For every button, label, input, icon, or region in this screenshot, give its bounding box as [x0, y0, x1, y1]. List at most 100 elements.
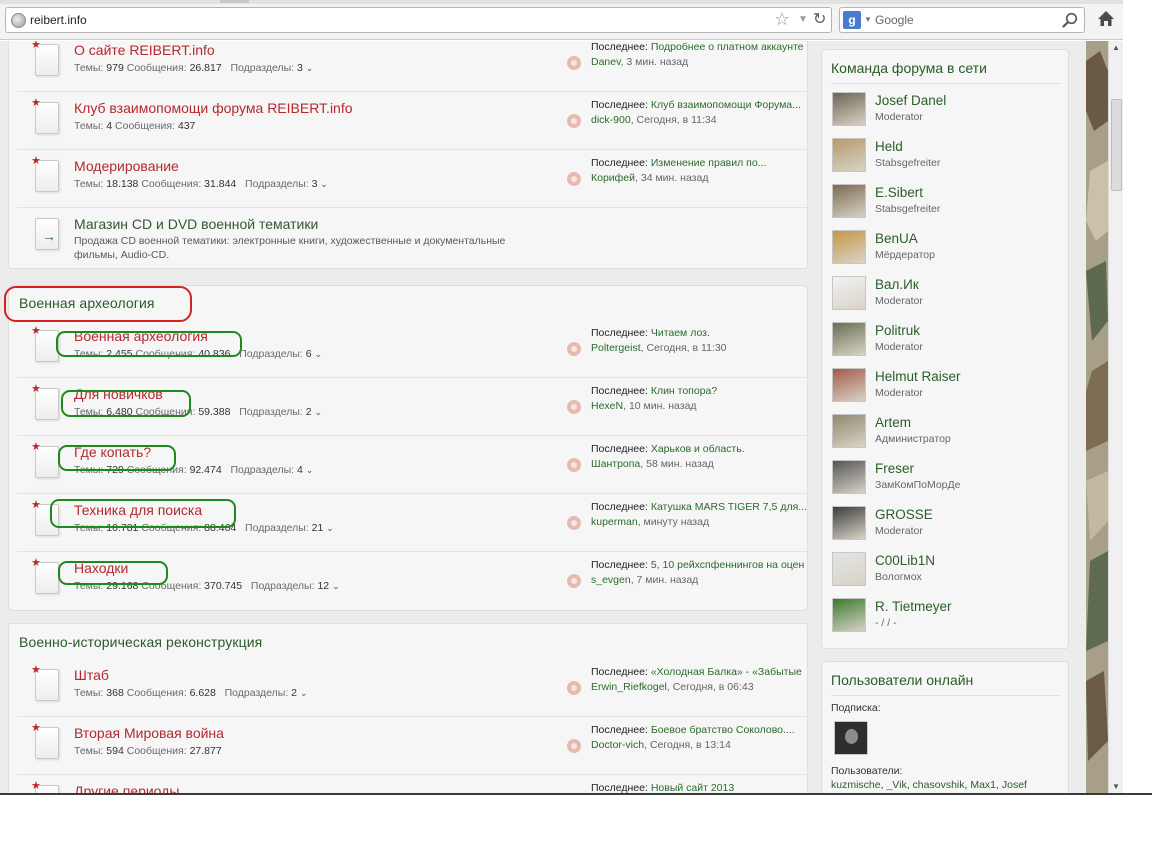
- member-name[interactable]: GROSSE: [875, 507, 933, 522]
- node-title[interactable]: Штаб: [74, 667, 109, 683]
- member-name[interactable]: Josef Danel: [875, 93, 946, 108]
- forum-unread-icon[interactable]: ★: [31, 664, 59, 701]
- tab-edge[interactable]: [220, 0, 249, 3]
- reload-icon[interactable]: ↻: [813, 9, 826, 29]
- last-thread-link[interactable]: Боевое братство Соколово....: [651, 724, 795, 736]
- forum-unread-icon[interactable]: ★: [31, 383, 59, 420]
- last-user-link[interactable]: Корифей: [591, 172, 635, 184]
- chevron-down-icon[interactable]: ⌄: [320, 179, 328, 189]
- member-name[interactable]: Freser: [875, 461, 914, 476]
- rss-icon[interactable]: [567, 739, 581, 753]
- subscriber-avatar[interactable]: [834, 721, 868, 755]
- avatar[interactable]: [832, 184, 866, 218]
- member-name[interactable]: BenUA: [875, 231, 918, 246]
- forum-unread-icon[interactable]: ★: [31, 722, 59, 759]
- scroll-up-arrow-icon[interactable]: ▲: [1112, 43, 1120, 52]
- rss-icon[interactable]: [567, 114, 581, 128]
- avatar[interactable]: [832, 230, 866, 264]
- users-panel-title[interactable]: Пользователи онлайн: [831, 672, 973, 688]
- forum-unread-icon[interactable]: ★: [31, 155, 59, 192]
- chevron-down-icon[interactable]: ⌄: [300, 688, 308, 698]
- member-name[interactable]: Politruk: [875, 323, 920, 338]
- category-title[interactable]: Военно-историческая реконструкция: [19, 634, 262, 650]
- node-title[interactable]: О сайте REIBERT.info: [74, 42, 215, 58]
- member-name[interactable]: C00Lib1N: [875, 553, 935, 568]
- rss-icon[interactable]: [567, 342, 581, 356]
- last-thread-link[interactable]: Читаем лоз.: [651, 327, 710, 339]
- chevron-down-icon[interactable]: ⌄: [306, 465, 314, 475]
- url-bar[interactable]: reibert.info ☆ ▼ ↻: [5, 7, 832, 33]
- forum-unread-icon[interactable]: ★: [31, 41, 59, 76]
- member-name[interactable]: Artem: [875, 415, 911, 430]
- last-user-link[interactable]: kuperman: [591, 516, 638, 528]
- rss-icon[interactable]: [567, 516, 581, 530]
- search-placeholder[interactable]: Google: [875, 13, 914, 27]
- avatar[interactable]: [832, 460, 866, 494]
- link-forum-icon[interactable]: →: [35, 218, 59, 250]
- history-dropdown-icon[interactable]: ▼: [798, 14, 808, 25]
- avatar[interactable]: [832, 506, 866, 540]
- last-thread-link[interactable]: Харьков и область.: [651, 443, 745, 455]
- last-thread-link[interactable]: Подробнее о платном аккаунте: [651, 41, 804, 53]
- page-scrollbar[interactable]: ▲ ▼: [1108, 41, 1123, 793]
- last-user-link[interactable]: Erwin_Riefkogel: [591, 681, 667, 693]
- member-name[interactable]: R. Tietmeyer: [875, 599, 952, 614]
- home-icon[interactable]: [1097, 10, 1115, 28]
- avatar[interactable]: [832, 368, 866, 402]
- online-user-link[interactable]: Josef: [1002, 779, 1027, 791]
- rss-icon[interactable]: [567, 400, 581, 414]
- member-name[interactable]: E.Sibert: [875, 185, 923, 200]
- last-thread-link[interactable]: 5, 10 рейхспфеннингов на оцен: [651, 559, 805, 571]
- forum-unread-icon[interactable]: ★: [31, 780, 59, 793]
- bookmark-star-icon[interactable]: ☆: [774, 9, 790, 30]
- chevron-down-icon[interactable]: ⌄: [315, 349, 323, 359]
- rss-icon[interactable]: [567, 681, 581, 695]
- online-user-link[interactable]: chasovshik: [913, 779, 965, 791]
- chevron-down-icon[interactable]: ⌄: [306, 63, 314, 73]
- forum-unread-icon[interactable]: ★: [31, 441, 59, 478]
- avatar[interactable]: [832, 552, 866, 586]
- avatar[interactable]: [832, 276, 866, 310]
- last-thread-link[interactable]: Новый сайт 2013: [651, 782, 734, 793]
- last-user-link[interactable]: dick-900: [591, 114, 631, 126]
- search-engine-dropdown-icon[interactable]: ▼: [864, 15, 872, 24]
- member-name[interactable]: Held: [875, 139, 903, 154]
- last-thread-link[interactable]: «Холодная Балка» - «Забытые: [651, 666, 802, 678]
- avatar[interactable]: [832, 92, 866, 126]
- url-text[interactable]: reibert.info: [30, 13, 87, 27]
- chevron-down-icon[interactable]: ⌄: [326, 523, 334, 533]
- last-user-link[interactable]: Doctor-vich: [591, 739, 644, 751]
- avatar[interactable]: [832, 598, 866, 632]
- last-user-link[interactable]: Danev: [591, 56, 621, 68]
- last-user-link[interactable]: s_evgen: [591, 574, 631, 586]
- last-thread-link[interactable]: Изменение правил по...: [651, 157, 767, 169]
- last-thread-link[interactable]: Клуб взаимопомощи Форума...: [651, 99, 801, 111]
- last-user-link[interactable]: Шантропа: [591, 458, 640, 470]
- node-title[interactable]: Магазин CD и DVD военной тематики: [74, 216, 318, 232]
- online-user-link[interactable]: _Vik: [886, 779, 906, 791]
- rss-icon[interactable]: [567, 458, 581, 472]
- last-thread-link[interactable]: Клин топора?: [651, 385, 717, 397]
- forum-unread-icon[interactable]: ★: [31, 97, 59, 134]
- scroll-down-arrow-icon[interactable]: ▼: [1112, 782, 1120, 791]
- node-title[interactable]: Вторая Мировая война: [74, 725, 224, 741]
- avatar[interactable]: [832, 138, 866, 172]
- forum-unread-icon[interactable]: ★: [31, 557, 59, 594]
- chevron-down-icon[interactable]: ⌄: [332, 581, 340, 591]
- member-name[interactable]: Helmut Raiser: [875, 369, 961, 384]
- node-title[interactable]: Модерирование: [74, 158, 179, 174]
- node-title[interactable]: Клуб взаимопомощи форума REIBERT.info: [74, 100, 353, 116]
- search-bar[interactable]: g ▼ Google: [839, 7, 1085, 33]
- rss-icon[interactable]: [567, 56, 581, 70]
- search-icon[interactable]: [1062, 12, 1078, 28]
- last-user-link[interactable]: Poltergeist: [591, 342, 641, 354]
- rss-icon[interactable]: [567, 172, 581, 186]
- online-user-link[interactable]: kuzmische: [831, 779, 881, 791]
- online-user-link[interactable]: Max1: [970, 779, 996, 791]
- member-name[interactable]: Вал.Ик: [875, 277, 919, 292]
- last-thread-link[interactable]: Катушка MARS TIGER 7,5 для...: [651, 501, 807, 513]
- chevron-down-icon[interactable]: ⌄: [315, 407, 323, 417]
- google-icon[interactable]: g: [843, 11, 861, 29]
- last-user-link[interactable]: HexeN: [591, 400, 623, 412]
- avatar[interactable]: [832, 322, 866, 356]
